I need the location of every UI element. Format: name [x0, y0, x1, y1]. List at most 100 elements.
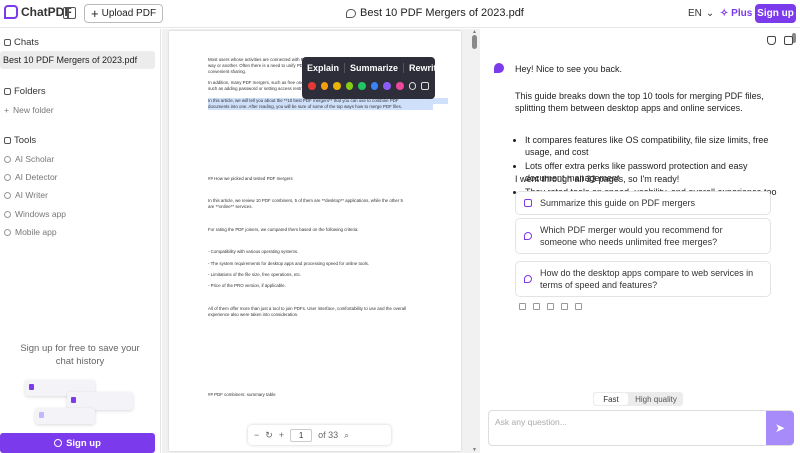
sidebar: Chats Best 10 PDF Mergers of 2023.pdf Fo…: [0, 29, 161, 453]
sparkle-icon: ✧: [720, 8, 729, 19]
summarize-button[interactable]: Summarize: [345, 62, 405, 73]
viewer-scrollbar-thumb[interactable]: [472, 35, 477, 49]
doc-line: - Compatibility with various operating s…: [208, 249, 299, 254]
thumbs-up-icon[interactable]: [533, 303, 540, 310]
doc-line: - Limitations of the file size, free ope…: [208, 272, 301, 277]
doc-line: are **online** services.: [208, 204, 253, 209]
highlight-color-swatch[interactable]: [345, 82, 354, 90]
tool-ai-writer[interactable]: AI Writer: [4, 190, 48, 200]
explain-button[interactable]: Explain: [302, 62, 346, 73]
folders-title-text: Folders: [14, 86, 46, 97]
top-bar: ChatPDF + Upload PDF Best 10 PDF Mergers…: [0, 0, 800, 28]
folders-section-title: Folders: [4, 86, 46, 97]
rotate-icon[interactable]: ↻: [265, 430, 273, 441]
doc-line: - The system requirements for desktop ap…: [208, 261, 369, 266]
plus-upgrade-link[interactable]: ✧ Plus: [720, 8, 752, 19]
signup-button-sidebar[interactable]: Sign up: [0, 433, 155, 453]
copy-icon[interactable]: [421, 82, 429, 90]
language-selector[interactable]: EN ⌄: [688, 8, 714, 19]
quality-mode-toggle: Fast High quality: [593, 392, 683, 406]
highlight-color-row: [302, 78, 435, 94]
chatpdf-logo-icon: [4, 5, 18, 19]
page-number-input[interactable]: 1: [290, 428, 313, 442]
suggestion-text: How do the desktop apps compare to web s…: [540, 268, 754, 290]
share-icon[interactable]: [575, 303, 582, 310]
question-bubble-icon: [524, 275, 532, 283]
send-icon: ➤: [774, 421, 786, 435]
thumbs-down-icon[interactable]: [547, 303, 554, 310]
regenerate-icon[interactable]: [561, 303, 568, 310]
question-input[interactable]: [495, 416, 755, 428]
document-title-text: Best 10 PDF Mergers of 2023.pdf: [360, 7, 524, 19]
message-feedback-row: [519, 303, 582, 310]
suggestion-question-1[interactable]: Which PDF merger would you recommend for…: [515, 218, 771, 254]
doc-line: experience also were taken into consider…: [208, 312, 299, 317]
scholar-icon: [4, 155, 11, 163]
highlight-color-swatch[interactable]: [320, 82, 329, 90]
wrench-icon: [4, 137, 11, 144]
chat-panel: Hey! Nice to see you back. This guide br…: [481, 29, 800, 453]
tool-label: AI Detector: [15, 172, 58, 182]
highlight-color-swatch[interactable]: [333, 82, 341, 90]
greeting-message: Hey! Nice to see you back.: [515, 64, 623, 74]
chat-bubble-icon: [346, 8, 356, 18]
page-navigator: − ↻ + 1 of 33 ⌕: [248, 425, 391, 445]
chats-title-text: Chats: [14, 37, 39, 48]
highlight-color-swatch[interactable]: [396, 82, 404, 90]
mode-high-quality-button[interactable]: High quality: [629, 392, 683, 406]
detector-icon: [4, 173, 11, 181]
signup-promo-text: Sign up for free to save your chat histo…: [20, 343, 140, 367]
suggestion-question-2[interactable]: How do the desktop apps compare to web s…: [515, 261, 771, 297]
tool-ai-detector[interactable]: AI Detector: [4, 172, 58, 182]
pen-icon: [4, 191, 11, 199]
send-button[interactable]: ➤: [766, 411, 794, 445]
document-title: Best 10 PDF Mergers of 2023.pdf: [346, 7, 524, 19]
search-icon[interactable]: ⌕: [344, 430, 349, 441]
new-folder-label: New folder: [12, 105, 54, 115]
mode-fast-button[interactable]: Fast: [594, 393, 628, 405]
question-bubble-icon: [524, 232, 532, 240]
highlight-color-swatch[interactable]: [358, 82, 366, 90]
page-total: of 33: [318, 430, 339, 440]
plus-label: Plus: [731, 8, 753, 19]
selection-context-menu: Explain Summarize Rewrite: [302, 57, 442, 99]
highlight-color-swatch[interactable]: [308, 82, 316, 90]
zoom-in-icon[interactable]: +: [279, 430, 284, 440]
doc-heading: ## PDF combiners: summary table: [208, 392, 276, 397]
list-icon: [524, 199, 532, 207]
intro-message: This guide breaks down the top 10 tools …: [515, 91, 764, 113]
signup-button-top[interactable]: Sign up: [755, 4, 796, 23]
tool-label: AI Writer: [15, 190, 48, 200]
tool-ai-scholar[interactable]: AI Scholar: [4, 154, 54, 164]
folder-icon: [4, 88, 11, 95]
app-logo[interactable]: ChatPDF: [4, 5, 72, 19]
scroll-up-arrow[interactable]: ▲: [472, 29, 477, 35]
tools-section-title: Tools: [4, 135, 36, 146]
chat-list-item[interactable]: Best 10 PDF Mergers of 2023.pdf: [0, 51, 155, 69]
scroll-down-arrow[interactable]: ▼: [472, 447, 477, 453]
sidebar-toggle-icon[interactable]: [63, 7, 76, 19]
doc-line-highlighted: documents into one. After reading, you w…: [208, 104, 433, 110]
suggestion-summarize[interactable]: Summarize this guide on PDF mergers: [515, 191, 771, 215]
suggestion-text: Summarize this guide on PDF mergers: [540, 198, 696, 208]
doc-line: - Price of the PRO version, if applicabl…: [208, 283, 286, 288]
tool-label: AI Scholar: [15, 154, 55, 164]
zoom-out-icon[interactable]: −: [254, 430, 259, 440]
chats-section-title: Chats: [4, 37, 39, 48]
bot-avatar-icon: [494, 63, 504, 73]
copy-icon[interactable]: [519, 303, 526, 310]
signup-label: Sign up: [66, 437, 101, 449]
edit-icon[interactable]: [784, 36, 793, 45]
tool-windows-app[interactable]: Windows app: [4, 209, 66, 219]
new-folder-button[interactable]: + New folder: [4, 105, 54, 115]
comment-icon[interactable]: [408, 82, 417, 90]
rewrite-button[interactable]: Rewrite: [404, 63, 447, 73]
shield-icon[interactable]: [767, 36, 776, 45]
pages-note-message: I went through all 33 pages, so I'm read…: [515, 174, 680, 184]
highlight-color-swatch[interactable]: [370, 82, 379, 90]
doc-line: For rating the PDF joiners, we compared …: [208, 227, 359, 232]
question-input-box: ➤: [488, 410, 794, 446]
highlight-color-swatch[interactable]: [383, 82, 392, 90]
upload-pdf-button[interactable]: + Upload PDF: [84, 4, 164, 23]
tool-mobile-app[interactable]: Mobile app: [4, 227, 57, 237]
